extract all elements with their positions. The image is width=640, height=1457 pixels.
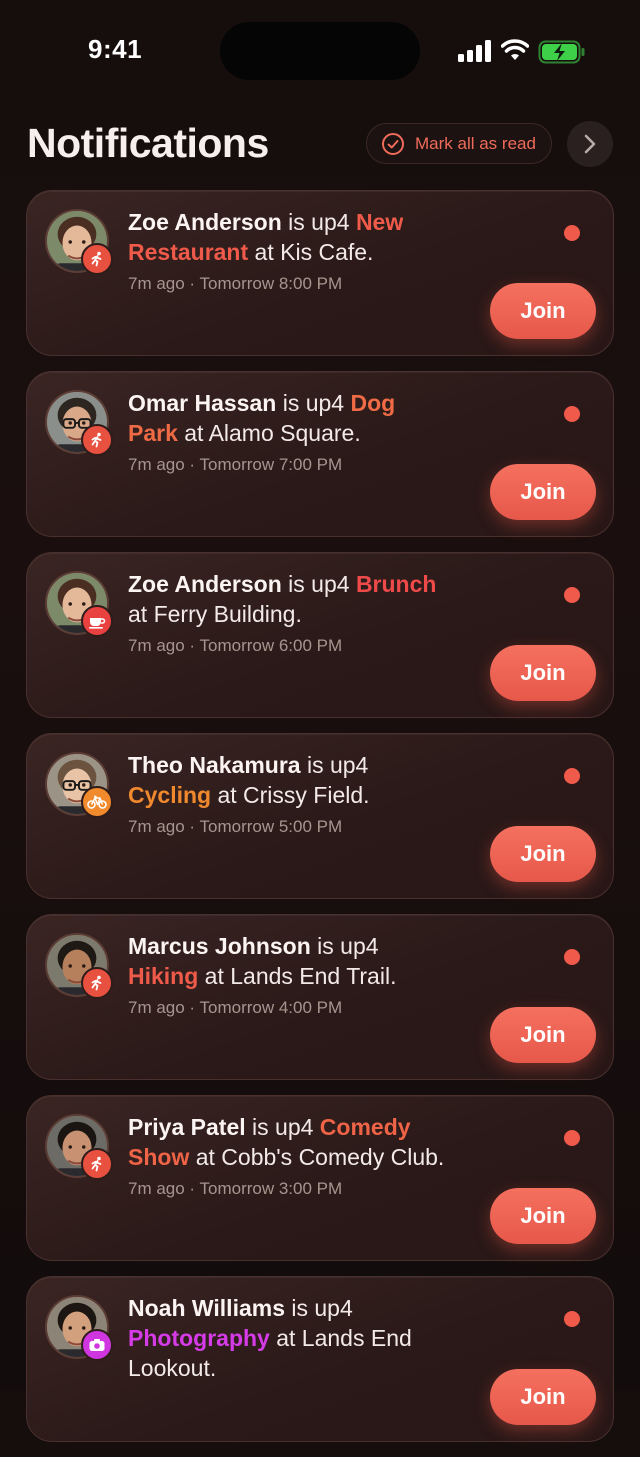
running-icon (89, 975, 105, 991)
dynamic-island (220, 22, 420, 80)
activity-name[interactable]: Brunch (356, 571, 437, 597)
location-text: at Cobb's Comedy Club. (189, 1144, 445, 1170)
join-button[interactable]: Join (490, 464, 596, 520)
notification-list: Zoe Anderson is up4 New Restaurant at Ki… (26, 190, 614, 1457)
notification-card[interactable]: Noah Williams is up4 Photography at Land… (26, 1276, 614, 1442)
activity-badge (81, 786, 113, 818)
location-text: at Crissy Field. (211, 782, 370, 808)
activity-name[interactable]: Hiking (128, 963, 198, 989)
mark-all-read-button[interactable]: Mark all as read (366, 123, 552, 164)
chevron-right-icon (584, 134, 596, 154)
notification-meta: 7m ago · Tomorrow 4:00 PM (128, 998, 343, 1017)
running-icon (89, 432, 105, 448)
battery-charging-icon (538, 40, 585, 64)
user-name[interactable]: Priya Patel (128, 1114, 246, 1140)
running-icon (89, 1156, 105, 1172)
verb-text: is up4 (285, 1295, 353, 1321)
notification-card[interactable]: Priya Patel is up4 Comedy Show at Cobb's… (26, 1095, 614, 1261)
notification-card[interactable]: Zoe Anderson is up4 Brunch at Ferry Buil… (26, 552, 614, 718)
unread-dot (564, 1311, 580, 1327)
activity-badge (81, 243, 113, 275)
notification-card[interactable]: Omar Hassan is up4 Dog Park at Alamo Squ… (26, 371, 614, 537)
status-bar: 9:41 (0, 0, 640, 100)
user-name[interactable]: Theo Nakamura (128, 752, 301, 778)
verb-text: is up4 (276, 390, 351, 416)
bicycle-icon (87, 794, 107, 810)
notification-text: Theo Nakamura is up4 Cycling at Crissy F… (128, 750, 448, 838)
wifi-icon (501, 39, 529, 60)
activity-badge (81, 605, 113, 637)
verb-text: is up4 (245, 1114, 320, 1140)
unread-dot (564, 768, 580, 784)
activity-name[interactable]: Cycling (128, 782, 211, 808)
verb-text: is up4 (300, 752, 369, 778)
notification-text: Zoe Anderson is up4 New Restaurant at Ki… (128, 207, 448, 295)
join-button[interactable]: Join (490, 645, 596, 701)
page-title: Notifications (27, 120, 269, 166)
activity-badge (81, 967, 113, 999)
notification-meta: 7m ago · Tomorrow 3:00 PM (128, 1179, 343, 1198)
mark-all-read-label: Mark all as read (415, 133, 536, 153)
join-button[interactable]: Join (490, 1007, 596, 1063)
notification-card[interactable]: Zoe Anderson is up4 New Restaurant at Ki… (26, 190, 614, 356)
verb-text: is up4 (281, 571, 356, 597)
notification-text: Noah Williams is up4 Photography at Land… (128, 1293, 448, 1383)
verb-text: is up4 (281, 209, 356, 235)
notification-meta: 7m ago · Tomorrow 5:00 PM (128, 817, 343, 836)
user-name[interactable]: Marcus Johnson (128, 933, 311, 959)
notification-meta: 7m ago · Tomorrow 6:00 PM (128, 636, 343, 655)
join-button[interactable]: Join (490, 1188, 596, 1244)
location-text: at Alamo Square. (177, 420, 361, 446)
unread-dot (564, 1130, 580, 1146)
notification-card[interactable]: Theo Nakamura is up4 Cycling at Crissy F… (26, 733, 614, 899)
status-time: 9:41 (88, 34, 143, 64)
activity-badge (81, 1148, 113, 1180)
camera-icon (88, 1337, 106, 1353)
verb-text: is up4 (310, 933, 379, 959)
user-name[interactable]: Zoe Anderson (128, 209, 282, 235)
notification-text: Zoe Anderson is up4 Brunch at Ferry Buil… (128, 569, 448, 657)
notification-text: Priya Patel is up4 Comedy Show at Cobb's… (128, 1112, 448, 1200)
join-button[interactable]: Join (490, 826, 596, 882)
join-button[interactable]: Join (490, 283, 596, 339)
activity-badge (81, 424, 113, 456)
notification-card[interactable]: Marcus Johnson is up4 Hiking at Lands En… (26, 914, 614, 1080)
join-button[interactable]: Join (490, 1369, 596, 1425)
notification-text: Marcus Johnson is up4 Hiking at Lands En… (128, 931, 448, 1019)
user-name[interactable]: Noah Williams (128, 1295, 285, 1321)
user-name[interactable]: Zoe Anderson (128, 571, 282, 597)
unread-dot (564, 949, 580, 965)
location-text: at Kis Cafe. (248, 239, 374, 265)
activity-name[interactable]: Photography (128, 1325, 270, 1351)
check-circle-icon (382, 132, 404, 155)
location-text: at Ferry Building. (128, 601, 302, 627)
running-icon (89, 251, 105, 267)
next-button[interactable] (567, 121, 613, 167)
notification-meta: 7m ago · Tomorrow 7:00 PM (128, 455, 343, 474)
unread-dot (564, 225, 580, 241)
unread-dot (564, 406, 580, 422)
location-text: at Lands End Trail. (198, 963, 397, 989)
user-name[interactable]: Omar Hassan (128, 390, 276, 416)
activity-badge (81, 1329, 113, 1361)
notification-text: Omar Hassan is up4 Dog Park at Alamo Squ… (128, 388, 448, 476)
unread-dot (564, 587, 580, 603)
notification-meta: 7m ago · Tomorrow 8:00 PM (128, 274, 343, 293)
coffee-cup-icon (88, 613, 106, 629)
cellular-signal-icon (458, 40, 491, 62)
